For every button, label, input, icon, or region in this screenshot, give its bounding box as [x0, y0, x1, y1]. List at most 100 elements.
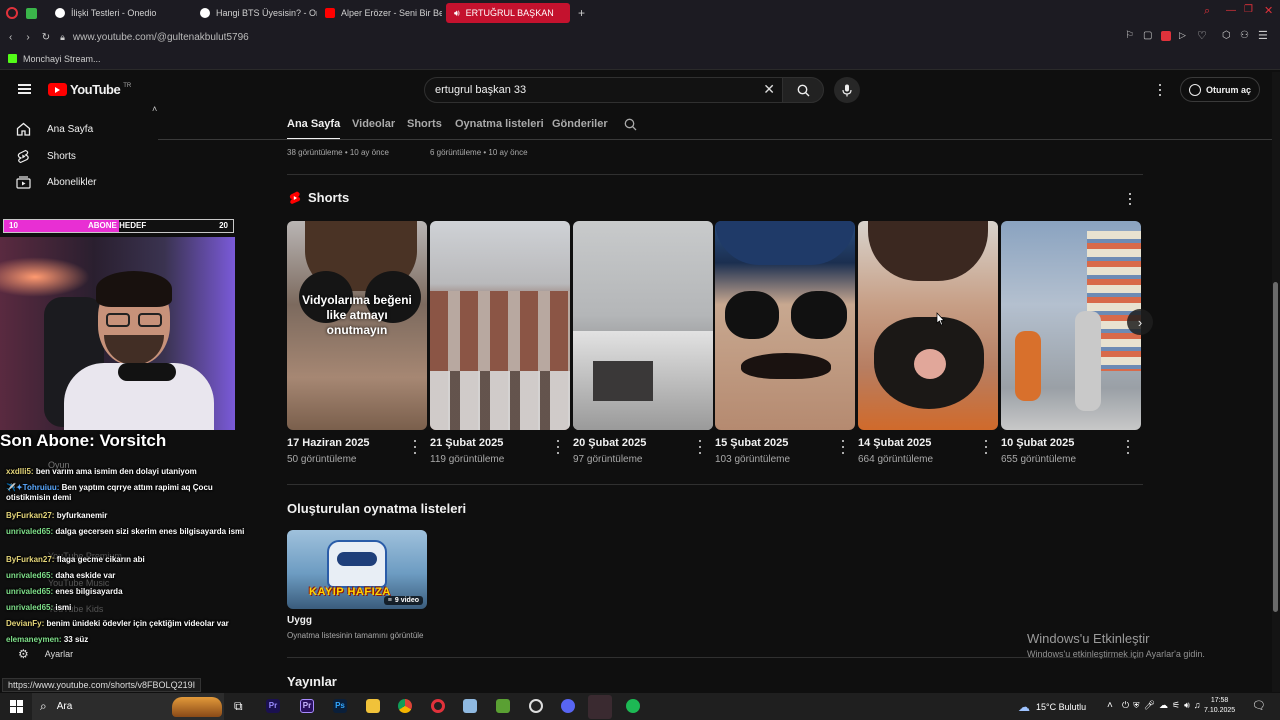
- scrollbar-thumb[interactable]: [1273, 282, 1278, 612]
- url-field[interactable]: www.youtube.com/@gultenakbulut5796: [73, 32, 249, 43]
- short-thumbnail[interactable]: Vidyolarıma beğeni like atmayı onutmayın: [287, 221, 427, 430]
- short-menu-icon[interactable]: [840, 440, 846, 454]
- short-menu-icon[interactable]: [555, 440, 561, 454]
- sidebar-item-shorts[interactable]: Shorts: [16, 147, 76, 165]
- short-menu-icon[interactable]: [697, 440, 703, 454]
- short-thumbnail[interactable]: [573, 221, 713, 430]
- tab-playlists[interactable]: Oynatma listeleri: [455, 118, 544, 130]
- playlist-name[interactable]: Uygg: [287, 615, 312, 626]
- new-tab-icon[interactable]: +: [578, 6, 585, 20]
- short-date[interactable]: 15 Şubat 2025: [715, 437, 788, 449]
- file-explorer-icon[interactable]: [366, 699, 380, 713]
- police-hat-shape: [715, 221, 855, 265]
- chat-text: dalga gecersen sizi skerim enes bilgisay…: [55, 527, 245, 536]
- more-options-icon[interactable]: [1158, 84, 1162, 96]
- heart-icon[interactable]: ♡: [1197, 29, 1207, 42]
- notepad-icon[interactable]: [463, 699, 477, 713]
- sidebar-toggle-icon[interactable]: [26, 7, 37, 19]
- short-date[interactable]: 14 Şubat 2025: [858, 437, 931, 449]
- opera-gx-icon[interactable]: [588, 695, 612, 719]
- streamer-head-shape: [96, 271, 172, 365]
- sidebar-item-home[interactable]: Ana Sayfa: [16, 120, 93, 138]
- opera-icon[interactable]: [431, 699, 445, 713]
- voice-search-button[interactable]: [834, 77, 860, 103]
- shorts-section-header: Shorts: [289, 190, 349, 205]
- windows-start-icon[interactable]: [10, 700, 23, 713]
- pocket-icon[interactable]: [1161, 31, 1171, 41]
- short-date[interactable]: 20 Şubat 2025: [573, 437, 646, 449]
- maximize-icon[interactable]: ❐: [1244, 4, 1253, 15]
- snapshot-icon[interactable]: ▢: [1143, 30, 1152, 41]
- channel-search-icon[interactable]: [624, 118, 637, 131]
- bookmark-item[interactable]: Monchayi Stream...: [23, 54, 101, 64]
- minecraft-icon[interactable]: [496, 699, 510, 713]
- search-input[interactable]: ertugrul başkan 33 ✕: [424, 77, 784, 103]
- tab-videos[interactable]: Videolar: [352, 118, 395, 130]
- search-tabs-icon[interactable]: ⌕: [1204, 5, 1210, 18]
- search-button[interactable]: [782, 77, 824, 103]
- sign-in-button[interactable]: Oturum aç: [1180, 77, 1260, 102]
- bookmark-icon[interactable]: ⚐: [1125, 30, 1134, 41]
- opera-logo-icon[interactable]: [6, 7, 18, 19]
- notifications-icon[interactable]: 🗨︎: [1252, 699, 1266, 712]
- sidebar-item-subscriptions[interactable]: Abonelikler: [16, 173, 96, 191]
- short-date[interactable]: 17 Haziran 2025: [287, 437, 370, 449]
- carousel-next-button[interactable]: ›: [1127, 309, 1153, 335]
- taskbar-clock[interactable]: 17:58 7.10.2025: [1204, 696, 1235, 716]
- chat-text: enes bilgisayarda: [55, 587, 123, 596]
- tab-youtube-alper[interactable]: Alper Erözer - Seni Bir Be: [317, 3, 442, 23]
- reload-icon[interactable]: ↻: [42, 32, 50, 43]
- tab-onedio-2[interactable]: Hangi BTS Üyesisin? - On: [192, 3, 317, 23]
- profile-icon[interactable]: ⚇: [1240, 30, 1249, 41]
- short-date[interactable]: 10 Şubat 2025: [1001, 437, 1074, 449]
- short-thumbnail[interactable]: [715, 221, 855, 430]
- short-date[interactable]: 21 Şubat 2025: [430, 437, 503, 449]
- bookmarks-bar: Monchayi Stream...: [0, 48, 1280, 70]
- chat-user: ✈️✦Tohruiuu:: [6, 483, 60, 492]
- tab-onedio-1[interactable]: İlişki Testleri - Onedio: [47, 3, 172, 23]
- weather-widget[interactable]: ☁ 15°C Bulutlu: [1018, 700, 1086, 714]
- tab-shorts[interactable]: Shorts: [407, 118, 442, 130]
- minimize-icon[interactable]: —: [1226, 5, 1236, 16]
- back-icon[interactable]: ‹: [9, 32, 12, 43]
- section-menu-icon[interactable]: [1128, 193, 1132, 205]
- obs-icon[interactable]: [529, 699, 543, 713]
- tab-ertugrul-baskan[interactable]: 🔊︎ ERTUĞRUL BAŞKAN: [446, 3, 570, 23]
- sidebar-item-settings[interactable]: ⚙ Ayarlar: [18, 647, 73, 661]
- playlist-view-all-link[interactable]: Oynatma listesinin tamamını görüntüle: [287, 631, 424, 640]
- task-view-icon[interactable]: ⧉: [234, 699, 243, 714]
- short-menu-icon[interactable]: [1125, 440, 1131, 454]
- discord-icon[interactable]: [561, 699, 575, 713]
- page-scrollbar[interactable]: [1272, 72, 1280, 692]
- tab-posts[interactable]: Gönderiler: [552, 118, 608, 130]
- sidebar-item-label: Ana Sayfa: [47, 123, 94, 135]
- close-icon[interactable]: ✕: [1264, 4, 1273, 17]
- speaker-icon[interactable]: 🔊︎: [454, 8, 460, 19]
- short-thumbnail[interactable]: [858, 221, 998, 430]
- premiere-icon[interactable]: Pr: [266, 699, 280, 713]
- short-menu-icon[interactable]: [983, 440, 989, 454]
- premiere-alt-icon[interactable]: Pr: [300, 699, 314, 713]
- weather-text: 15°C Bulutlu: [1036, 702, 1087, 712]
- taskbar-search[interactable]: ⌕ Ara: [32, 693, 224, 720]
- chrome-icon[interactable]: [398, 699, 412, 713]
- menu-icon[interactable]: ☰: [1258, 29, 1268, 42]
- tab-home[interactable]: Ana Sayfa: [287, 118, 341, 140]
- short-menu-icon[interactable]: [412, 440, 418, 454]
- short-thumbnail[interactable]: [1001, 221, 1141, 430]
- forward-icon[interactable]: ›: [26, 32, 29, 43]
- play-icon[interactable]: ▷: [1179, 30, 1186, 41]
- youtube-logo[interactable]: YouTube TR: [48, 82, 131, 97]
- short-thumbnail[interactable]: [430, 221, 570, 430]
- hamburger-icon[interactable]: [18, 84, 31, 94]
- tray-chevron-icon[interactable]: ˄: [1107, 700, 1113, 711]
- tray-icons[interactable]: ⏻⛨🎤︎☁⚟🔊︎♫: [1122, 700, 1205, 711]
- gear-icon: ⚙: [18, 647, 29, 661]
- photoshop-icon[interactable]: Ps: [333, 699, 347, 713]
- child-shape: [1015, 331, 1041, 401]
- playlist-thumbnail[interactable]: KAYIP HAFIZA ≡ 9 video: [287, 530, 427, 609]
- sidebar-collapse-icon[interactable]: ˄: [152, 104, 157, 114]
- extensions-icon[interactable]: ⬡: [1222, 30, 1231, 41]
- spotify-icon[interactable]: [626, 699, 640, 713]
- clear-search-icon[interactable]: ✕: [763, 81, 775, 98]
